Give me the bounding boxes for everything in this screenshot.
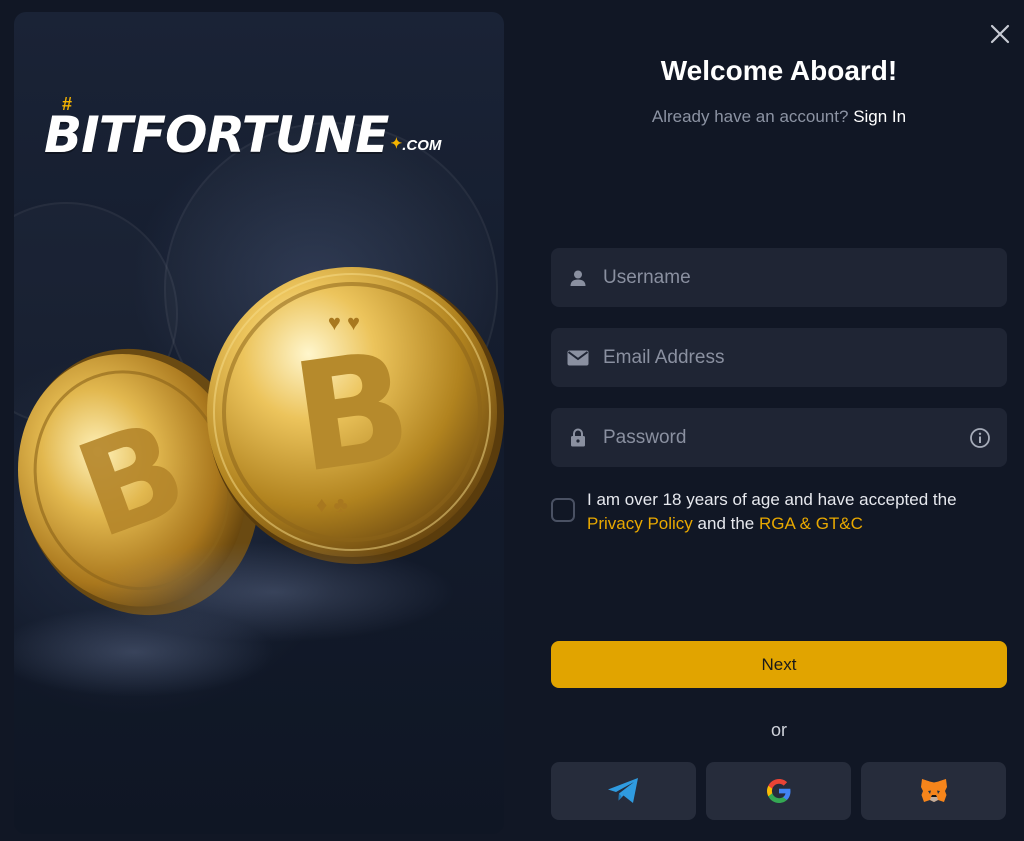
signup-modal: # BITFORTUNE ✦ .COM B B ♥ ♥ ♦ ♣ Welcome … <box>0 0 1024 841</box>
username-field[interactable] <box>551 248 1007 307</box>
email-field[interactable] <box>551 328 1007 387</box>
envelope-icon <box>567 347 589 369</box>
telegram-icon <box>607 778 638 803</box>
user-icon <box>567 267 589 289</box>
front-coin: B ♥ ♥ ♦ ♣ <box>207 267 504 564</box>
close-icon <box>990 24 1010 44</box>
next-button[interactable]: Next <box>551 641 1007 688</box>
metamask-login-button[interactable] <box>861 762 1006 820</box>
google-login-button[interactable] <box>706 762 851 820</box>
svg-text:♥ ♥: ♥ ♥ <box>328 310 360 335</box>
password-input[interactable] <box>601 425 969 450</box>
or-divider: or <box>770 720 787 740</box>
terms-text: I am over 18 years of age and have accep… <box>587 488 1007 536</box>
google-icon <box>766 779 790 803</box>
metamask-icon <box>920 779 947 802</box>
lock-icon <box>567 427 589 449</box>
close-button[interactable] <box>986 20 1014 48</box>
rga-gtc-link[interactable]: RGA & GT&C <box>759 514 863 533</box>
svg-text:♦ ♣: ♦ ♣ <box>316 492 348 517</box>
signin-link[interactable]: Sign In <box>853 107 906 126</box>
page-title: Welcome Aboard! <box>660 55 898 86</box>
telegram-login-button[interactable] <box>551 762 696 820</box>
signin-prompt-text: Already have an account? <box>651 107 849 126</box>
info-icon[interactable] <box>969 427 991 449</box>
terms-checkbox[interactable] <box>551 498 575 522</box>
privacy-policy-link[interactable]: Privacy Policy <box>587 514 693 533</box>
terms-middle: and the <box>697 514 755 533</box>
signin-prompt: Already have an account? Sign In <box>551 107 1007 127</box>
email-input[interactable] <box>601 345 991 370</box>
terms-prefix: I am over 18 years of age and have accep… <box>587 490 957 509</box>
password-field[interactable] <box>551 408 1007 467</box>
bitcoin-coins-illustration: B B ♥ ♥ ♦ ♣ <box>14 267 504 697</box>
svg-text:B: B <box>283 319 420 507</box>
username-input[interactable] <box>601 265 991 290</box>
promo-panel: # BITFORTUNE ✦ .COM B B ♥ ♥ ♦ ♣ <box>14 12 504 834</box>
